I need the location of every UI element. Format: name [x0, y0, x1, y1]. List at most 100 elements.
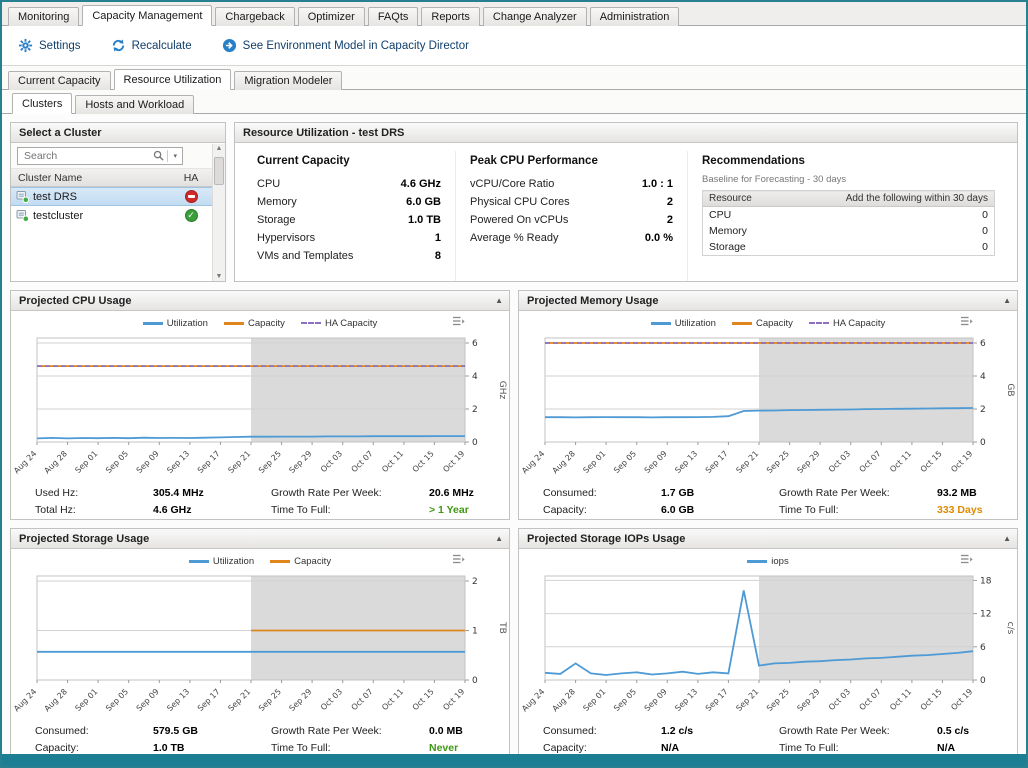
svg-text:Oct 15: Oct 15: [919, 449, 944, 474]
scroll-up-icon[interactable]: ▲: [216, 145, 223, 152]
legend-item-capacity: Capacity: [270, 556, 331, 567]
innertab-hosts-and-workload[interactable]: Hosts and Workload: [75, 95, 194, 114]
panel-title: Projected CPU Usage: [19, 295, 131, 307]
collapse-icon[interactable]: ▲: [1003, 534, 1011, 543]
tab-chargeback[interactable]: Chargeback: [215, 7, 294, 26]
svg-text:Sep 05: Sep 05: [612, 449, 638, 475]
collapse-icon[interactable]: ▲: [1003, 296, 1011, 305]
tab-administration[interactable]: Administration: [590, 7, 680, 26]
info-value: 8: [435, 250, 441, 262]
info-row: VMs and Templates8: [257, 250, 441, 262]
chart-options-icon[interactable]: [960, 553, 973, 565]
chart-options-icon[interactable]: [960, 315, 973, 327]
chart-options-icon[interactable]: [452, 553, 465, 565]
divider: [167, 150, 168, 162]
svg-text:Sep 17: Sep 17: [704, 449, 730, 475]
rec-resource: CPU: [703, 207, 780, 224]
toolbar: Settings Recalculate See Environment Mod…: [2, 26, 1026, 66]
svg-text:Sep 21: Sep 21: [226, 449, 252, 475]
svg-text:Sep 01: Sep 01: [581, 687, 607, 713]
panel-projected-storage-usage: Projected Storage Usage▲ Utilization Capac…: [10, 528, 510, 754]
resource-utilization-panel: Resource Utilization - test DRS Current …: [234, 122, 1018, 282]
search-icon[interactable]: [153, 150, 164, 161]
panel-header: Select a Cluster: [11, 123, 225, 143]
forecast-region: [759, 338, 973, 442]
recalculate-button[interactable]: Recalculate: [111, 38, 192, 53]
stat-value: 4.6 GHz: [153, 504, 271, 516]
svg-text:Sep 25: Sep 25: [257, 449, 283, 475]
info-label: Storage: [257, 214, 296, 226]
tab-change-analyzer[interactable]: Change Analyzer: [483, 7, 587, 26]
legend-label: Capacity: [756, 318, 793, 329]
subtab-migration-modeler[interactable]: Migration Modeler: [234, 71, 342, 90]
chevron-down-icon[interactable]: ▾: [171, 152, 179, 160]
svg-text:Sep 21: Sep 21: [226, 687, 252, 713]
svg-text:12: 12: [980, 610, 991, 620]
chart-legend: Utilization Capacity: [11, 552, 509, 570]
tab-optimizer[interactable]: Optimizer: [298, 7, 365, 26]
chart-stats: Consumed:1.7 GBGrowth Rate Per Week:93.2…: [519, 485, 1017, 516]
svg-text:0: 0: [472, 676, 478, 686]
tab-monitoring[interactable]: Monitoring: [8, 7, 79, 26]
svg-text:2: 2: [472, 405, 478, 415]
tab-reports[interactable]: Reports: [421, 7, 480, 26]
svg-text:Oct 07: Oct 07: [350, 687, 375, 712]
svg-text:Sep 05: Sep 05: [104, 449, 130, 475]
scrollbar-thumb[interactable]: [214, 157, 224, 185]
forecast-region: [759, 576, 973, 680]
innertab-clusters[interactable]: Clusters: [12, 93, 72, 114]
main-tab-bar: MonitoringCapacity ManagementChargebackO…: [2, 2, 1026, 26]
info-value: 0.0 %: [645, 232, 673, 244]
chart-options-icon[interactable]: [452, 315, 465, 327]
svg-text:Oct 03: Oct 03: [827, 687, 852, 712]
svg-text:Sep 29: Sep 29: [795, 449, 821, 475]
settings-button[interactable]: Settings: [18, 38, 81, 53]
svg-text:Sep 09: Sep 09: [643, 449, 669, 475]
stat-value: 0.0 MB: [429, 725, 501, 737]
stat-label: Growth Rate Per Week:: [779, 725, 937, 737]
rec-row: CPU0: [703, 207, 995, 224]
stat-label: Used Hz:: [35, 487, 153, 499]
svg-text:Sep 09: Sep 09: [135, 449, 161, 475]
search-input[interactable]: [22, 149, 153, 163]
info-label: Average % Ready: [470, 232, 558, 244]
subtab-current-capacity[interactable]: Current Capacity: [8, 71, 111, 90]
panel-header: Projected Storage Usage▲: [11, 529, 509, 549]
svg-text:0: 0: [980, 676, 986, 686]
svg-text:Aug 28: Aug 28: [551, 449, 577, 475]
svg-text:Oct 03: Oct 03: [319, 687, 344, 712]
legend-swatch: [189, 560, 209, 563]
stat-value: 20.6 MHz: [429, 487, 501, 499]
scrollbar[interactable]: ▲ ▼: [212, 144, 225, 281]
stat-label: Consumed:: [543, 487, 661, 499]
gear-icon: [18, 38, 33, 53]
rec-col-resource: Resource: [703, 191, 780, 207]
collapse-icon[interactable]: ▲: [495, 534, 503, 543]
svg-text:c/s: c/s: [1005, 622, 1015, 635]
stat-label: Total Hz:: [35, 504, 153, 516]
legend-item-capacity: Capacity: [732, 318, 793, 329]
subtab-resource-utilization[interactable]: Resource Utilization: [114, 69, 232, 90]
panel-header: Projected CPU Usage ▲: [11, 291, 509, 311]
cluster-row-test-drs[interactable]: test DRS: [11, 187, 225, 206]
scroll-down-icon[interactable]: ▼: [216, 273, 223, 280]
info-value: 2: [667, 196, 673, 208]
panel-header: Projected Storage IOPs Usage▲: [519, 529, 1017, 549]
legend-swatch: [224, 322, 244, 325]
legend-label: Utilization: [213, 556, 254, 567]
section-title: Peak CPU Performance: [470, 155, 673, 167]
environment-model-link[interactable]: See Environment Model in Capacity Direct…: [222, 38, 469, 53]
sub-tab-bar: Current CapacityResource UtilizationMigr…: [2, 66, 1026, 90]
content-area: Select a Cluster ▾ Cluster Name HA: [2, 114, 1026, 754]
svg-text:TB: TB: [497, 621, 507, 634]
search-row: ▾: [11, 143, 225, 169]
ha-cell: ✓: [173, 209, 209, 222]
collapse-icon[interactable]: ▲: [495, 296, 503, 305]
cluster-row-testcluster[interactable]: testcluster✓: [11, 206, 225, 225]
svg-text:Oct 11: Oct 11: [888, 687, 913, 712]
tab-capacity-management[interactable]: Capacity Management: [82, 5, 212, 26]
svg-text:Oct 11: Oct 11: [380, 449, 405, 474]
panel-header: Projected Memory Usage▲: [519, 291, 1017, 311]
tab-faqts[interactable]: FAQts: [368, 7, 419, 26]
info-row: Powered On vCPUs2: [470, 214, 673, 226]
